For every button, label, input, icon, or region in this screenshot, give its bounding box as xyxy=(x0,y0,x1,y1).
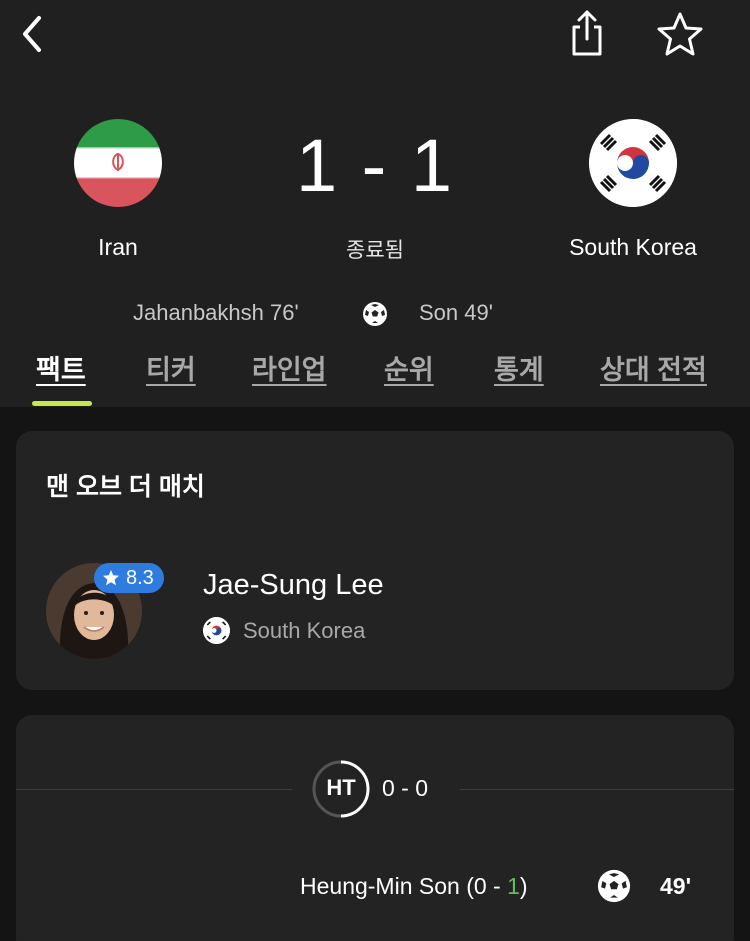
halftime-score: 0 - 0 xyxy=(382,775,429,801)
match-score: 1 - 1 xyxy=(295,124,455,207)
player-name: Jae-Sung Lee xyxy=(203,569,384,601)
player-rating: 8.3 xyxy=(126,566,154,589)
soccer-ball-icon xyxy=(596,868,632,904)
player-rating-badge: 8.3 xyxy=(94,563,164,593)
tab-lineup[interactable]: 라인업 xyxy=(252,348,327,387)
away-scorer: Son 49' xyxy=(419,300,493,325)
tab-head-to-head[interactable]: 상대 전적 xyxy=(600,348,707,387)
match-status: 종료됨 xyxy=(346,239,404,262)
south-korea-flag-icon[interactable] xyxy=(589,119,677,207)
card-title: 맨 오브 더 매치 xyxy=(46,473,205,501)
share-button[interactable] xyxy=(563,6,611,60)
goal-score-highlight: 1 xyxy=(507,873,520,899)
player-team: South Korea xyxy=(243,618,366,643)
tab-facts[interactable]: 팩트 xyxy=(36,348,86,387)
chevron-left-icon xyxy=(23,16,41,52)
goal-player: Heung-Min Son (0 - xyxy=(300,873,508,899)
away-team-name[interactable]: South Korea xyxy=(543,234,723,261)
match-events-card: HT 0 - 0 Heung-Min Son (0 - 1) 49' xyxy=(16,715,734,941)
star-icon xyxy=(103,570,119,586)
soccer-ball-icon xyxy=(361,300,389,328)
share-icon xyxy=(572,10,602,56)
tab-stats[interactable]: 통계 xyxy=(494,348,544,387)
favorite-button[interactable] xyxy=(654,8,706,60)
active-tab-indicator xyxy=(32,401,92,406)
tab-ticker[interactable]: 티커 xyxy=(146,348,196,387)
goal-event-text[interactable]: Heung-Min Son (0 - 1) xyxy=(300,873,528,900)
back-button[interactable] xyxy=(10,10,54,58)
match-tabs: 팩트 티커 라인업 순위 통계 상대 전적 xyxy=(0,348,750,408)
divider xyxy=(16,789,292,790)
divider xyxy=(460,789,734,790)
goal-close: ) xyxy=(519,873,528,899)
goal-minute: 49' xyxy=(660,873,692,899)
star-outline-icon xyxy=(657,12,703,56)
home-scorer: Jahanbakhsh 76' xyxy=(133,300,299,325)
south-korea-flag-icon xyxy=(203,617,230,644)
tab-standings[interactable]: 순위 xyxy=(384,348,434,387)
man-of-the-match-card[interactable]: 맨 오브 더 매치 8.3 Jae-Sung Lee South Korea xyxy=(16,431,734,690)
iran-flag-icon[interactable] xyxy=(74,119,162,207)
halftime-label: HT xyxy=(326,775,356,800)
home-team-name[interactable]: Iran xyxy=(58,234,178,261)
